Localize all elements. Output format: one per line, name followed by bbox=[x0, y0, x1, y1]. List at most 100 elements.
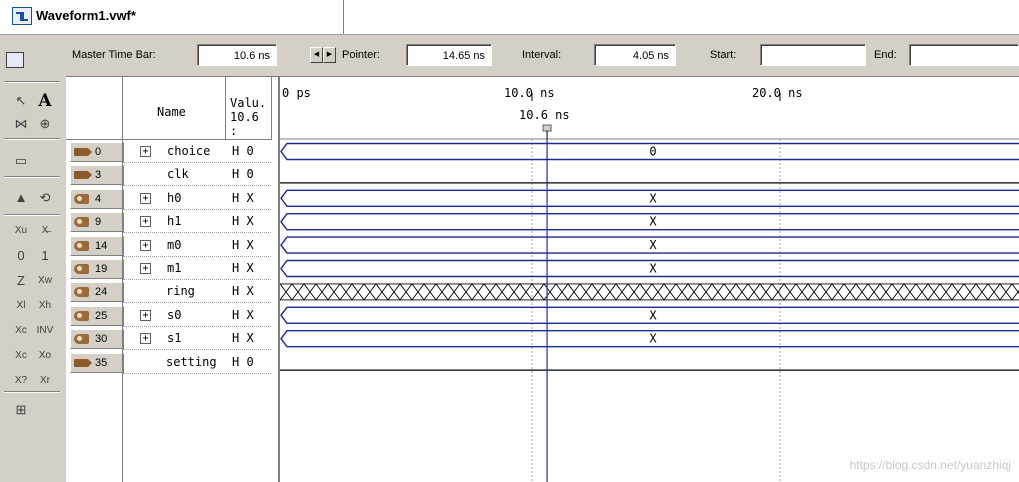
waveform-canvas: 0XXXXXX0 ps 10.0 ns 20.0 ns10.6 ns bbox=[280, 86, 1019, 482]
high-impedance-icon[interactable]: Z bbox=[10, 271, 32, 291]
row-separator bbox=[123, 372, 271, 374]
signal-row[interactable]: 30 + s1 H X bbox=[66, 327, 277, 351]
signal-id: 35 bbox=[95, 356, 108, 369]
signal-value: H X bbox=[232, 284, 254, 299]
master-time-bar-field[interactable]: 10.6 ns bbox=[197, 44, 277, 66]
weak-low-icon[interactable]: Xl bbox=[10, 296, 32, 316]
output-pin-icon bbox=[74, 240, 89, 251]
signal-row[interactable]: 0 + choice H 0 bbox=[66, 140, 277, 163]
master-time-bar-handle bbox=[542, 124, 552, 132]
signal-value: H X bbox=[232, 331, 254, 346]
start-label: Start: bbox=[710, 49, 737, 61]
watermark: https://blog.csdn.net/yuanzhiqj bbox=[849, 458, 1011, 472]
bus-value-label: X bbox=[649, 215, 657, 229]
signal-id: 9 bbox=[95, 216, 102, 229]
signal-row[interactable]: 19 + m1 H X bbox=[66, 257, 277, 280]
invert-icon[interactable]: Xc bbox=[10, 321, 32, 341]
waveform-tool-palette: ↖ A ⋈ ⊕ ▭ ▲ ⟲ Xu X̶ 0 1 Z Xw Xl Xh Xc INV Xc Xo X? Xr ⊞ bbox=[0, 36, 66, 481]
bus-value-label: X bbox=[649, 308, 657, 322]
sort-icon[interactable]: ⊞ bbox=[10, 400, 32, 420]
signal-row[interactable]: 25 + s0 H X bbox=[66, 304, 277, 327]
snap-to-grid-icon[interactable]: Xr bbox=[34, 371, 56, 391]
bus-value-label: X bbox=[649, 332, 657, 346]
replace-icon[interactable]: ⟲ bbox=[34, 188, 56, 208]
signal-id-cell: 0 bbox=[70, 142, 124, 162]
signal-id-cell: 4 bbox=[70, 188, 124, 209]
signal-name: choice bbox=[167, 144, 211, 158]
signal-value: H X bbox=[232, 237, 254, 252]
document-tab-title: Waveform1.vwf* bbox=[36, 8, 136, 23]
waveform-file-icon bbox=[12, 7, 32, 25]
signal-row[interactable]: 9 + h1 H X bbox=[66, 210, 277, 234]
signal-row[interactable]: 24 ring H X bbox=[66, 280, 277, 304]
timeline-tick-label: 0 ps bbox=[282, 86, 311, 100]
random-value-icon[interactable]: X? bbox=[10, 371, 32, 391]
count-value-icon[interactable]: INV bbox=[34, 321, 56, 341]
waveform-area[interactable]: 0XXXXXX0 ps 10.0 ns 20.0 ns 10.6 ns bbox=[278, 77, 1019, 482]
forcing-unknown-icon[interactable]: X̶ bbox=[34, 221, 56, 241]
signal-value: H X bbox=[232, 307, 254, 322]
input-pin-icon bbox=[74, 148, 92, 156]
select-tool-icon[interactable]: ↖ bbox=[10, 91, 32, 111]
column-divider bbox=[122, 139, 123, 482]
interval-label: Interval: bbox=[522, 49, 562, 61]
zoom-icon[interactable]: ⊕ bbox=[34, 114, 56, 134]
expand-icon[interactable]: + bbox=[140, 309, 151, 321]
interval-field: 4.05 ns bbox=[594, 44, 676, 66]
signal-name: clk bbox=[167, 167, 189, 182]
find-icon[interactable]: ▲ bbox=[10, 188, 32, 208]
signal-row[interactable]: 14 + m0 H X bbox=[66, 234, 277, 257]
weak-high-icon[interactable]: Xh bbox=[34, 296, 56, 316]
end-field bbox=[909, 44, 1019, 66]
signal-id: 25 bbox=[95, 309, 108, 322]
signal-row[interactable]: 3 clk H 0 bbox=[66, 163, 277, 187]
expand-icon[interactable]: + bbox=[140, 146, 151, 157]
palette-separator bbox=[4, 138, 60, 140]
arbitrary-value-icon[interactable]: Xo bbox=[34, 346, 56, 366]
text-tool-icon[interactable]: A bbox=[34, 91, 56, 111]
signal-id: 19 bbox=[95, 263, 108, 275]
header-value-label: Valu. bbox=[230, 96, 267, 110]
force-low-icon[interactable]: 0 bbox=[10, 246, 32, 266]
waveform-edit-icon[interactable]: ⋈ bbox=[10, 114, 32, 134]
palette-separator bbox=[4, 81, 60, 83]
expand-icon[interactable]: + bbox=[140, 192, 151, 204]
palette-separator bbox=[4, 176, 60, 178]
signal-name: setting bbox=[166, 354, 217, 369]
document-tab-strip: Waveform1.vwf* bbox=[0, 0, 1019, 35]
signal-id: 4 bbox=[95, 192, 102, 205]
header-value-column: Valu. 10.6 : bbox=[226, 77, 272, 140]
uninitialized-icon[interactable]: Xu bbox=[10, 221, 32, 241]
output-pin-icon bbox=[74, 217, 89, 228]
document-tab[interactable]: Waveform1.vwf* bbox=[0, 0, 344, 34]
expand-icon[interactable]: + bbox=[140, 333, 151, 345]
expand-icon[interactable]: + bbox=[140, 239, 151, 251]
signal-id: 24 bbox=[95, 286, 108, 299]
palette-separator bbox=[4, 391, 60, 393]
next-transition-button[interactable]: ▶ bbox=[323, 47, 336, 63]
clock-value-icon[interactable]: Xc bbox=[10, 346, 32, 366]
signal-id: 30 bbox=[95, 333, 108, 346]
signal-id-cell: 30 bbox=[70, 329, 124, 350]
input-pin-icon bbox=[74, 171, 92, 180]
weak-unknown-icon[interactable]: Xw bbox=[34, 271, 56, 291]
previous-transition-button[interactable]: ◀ bbox=[310, 47, 323, 63]
expand-icon[interactable]: + bbox=[140, 216, 151, 228]
signal-row[interactable]: 4 + h0 H X bbox=[66, 187, 277, 210]
bus-value-label: X bbox=[649, 238, 657, 252]
force-high-icon[interactable]: 1 bbox=[34, 246, 56, 266]
expand-icon[interactable]: + bbox=[140, 263, 151, 274]
signal-name: m0 bbox=[167, 237, 182, 252]
signal-name: s0 bbox=[167, 307, 182, 322]
signal-id-cell: 35 bbox=[70, 352, 124, 373]
header-id-column bbox=[66, 77, 123, 140]
fullscreen-icon[interactable]: ▭ bbox=[10, 151, 32, 171]
signal-name: ring bbox=[166, 284, 195, 299]
timeline-tick-label: 20.0 ns bbox=[752, 86, 803, 100]
bus-value-label: X bbox=[649, 262, 657, 276]
header-value-time: 10.6 : bbox=[230, 110, 259, 138]
signal-row[interactable]: 35 setting H 0 bbox=[66, 351, 277, 374]
output-pin-icon bbox=[74, 310, 89, 321]
waveform-window-icon[interactable] bbox=[6, 52, 24, 68]
signal-value: H X bbox=[232, 190, 254, 205]
